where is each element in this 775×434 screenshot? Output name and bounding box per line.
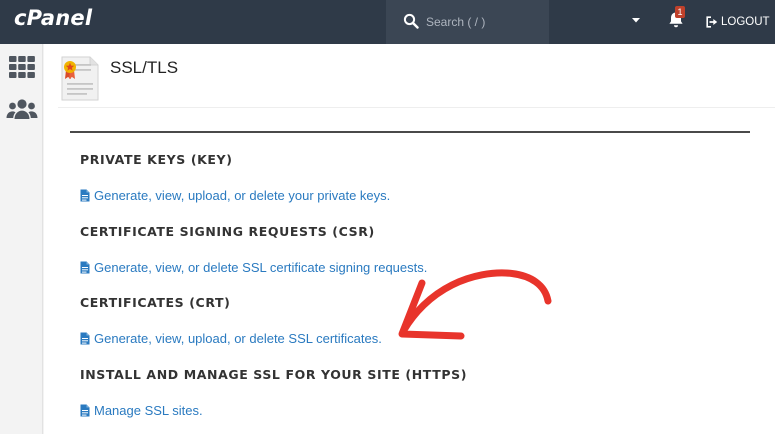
users-icon: [6, 99, 38, 119]
csr-link-label: Generate, view, or delete SSL certificat…: [94, 260, 428, 275]
top-navigation-bar: cPanel 1 LOGOUT: [0, 0, 775, 44]
certificates-link[interactable]: Generate, view, upload, or delete SSL ce…: [80, 331, 382, 346]
chevron-down-icon[interactable]: [627, 11, 645, 29]
sidebar-apps-button[interactable]: [6, 52, 38, 82]
document-icon: [80, 332, 90, 345]
section-title-certificates: CERTIFICATES (CRT): [80, 295, 231, 310]
logout-label: LOGOUT: [721, 16, 770, 28]
private-keys-link[interactable]: Generate, view, upload, or delete your p…: [80, 188, 390, 203]
section-title-csr: CERTIFICATE SIGNING REQUESTS (CSR): [80, 224, 375, 239]
sidebar-users-button[interactable]: [6, 94, 38, 124]
content-divider: [70, 131, 750, 133]
document-icon: [80, 261, 90, 274]
search-icon: [403, 13, 419, 29]
manage-ssl-sites-link[interactable]: Manage SSL sites.: [80, 403, 203, 418]
notification-badge: 1: [675, 6, 685, 18]
manage-ssl-sites-link-label: Manage SSL sites.: [94, 403, 203, 418]
section-title-install-ssl: INSTALL AND MANAGE SSL FOR YOUR SITE (HT…: [80, 367, 468, 382]
certificate-icon: [61, 56, 99, 101]
cpanel-logo[interactable]: cPanel: [14, 6, 92, 30]
main-content: SSL/TLS PRIVATE KEYS (KEY) Generate, vie…: [44, 44, 775, 434]
grid-icon: [9, 56, 35, 78]
page-title: SSL/TLS: [110, 58, 179, 77]
logout-icon: [706, 16, 718, 28]
document-icon: [80, 189, 90, 202]
search-box[interactable]: [386, 0, 549, 44]
csr-link[interactable]: Generate, view, or delete SSL certificat…: [80, 260, 427, 275]
logout-button[interactable]: LOGOUT: [705, 13, 770, 31]
header-divider: [58, 107, 775, 108]
private-keys-link-label: Generate, view, upload, or delete your p…: [94, 188, 391, 203]
document-icon: [80, 404, 90, 417]
section-title-private-keys: PRIVATE KEYS (KEY): [80, 152, 233, 167]
search-input[interactable]: [426, 12, 541, 32]
sidebar: [0, 44, 43, 434]
certificates-link-label: Generate, view, upload, or delete SSL ce…: [94, 331, 382, 346]
